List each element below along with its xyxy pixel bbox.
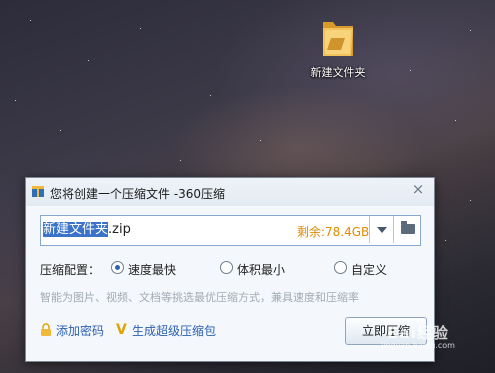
compress-config-row: 压缩配置： 速度最快 体积最小 自定义 [40,259,430,277]
dialog-titlebar[interactable]: 您将创建一个压缩文件 -360压缩 × [26,178,434,206]
desktop-folder-label: 新建文件夹 [310,66,366,79]
config-label: 压缩配置： [40,263,101,277]
radio-fastest-label: 速度最快 [128,263,177,277]
lock-icon [41,323,51,336]
radio-smallest[interactable]: 体积最小 [220,259,310,277]
config-hint: 智能为图片、视频、文档等挑选最优压缩方式，兼具速度和压缩率 [40,291,359,304]
archive-icon [32,186,44,197]
watermark: Bai经验 jingyan.baidu.com [372,322,464,350]
radio-custom-label: 自定义 [351,263,388,277]
filename-selected-text: 新建文件夹 [43,222,109,237]
browse-folder-icon[interactable] [393,216,421,243]
folder-icon [323,22,353,56]
chevron-down-icon[interactable] [369,216,394,243]
remaining-space-label: 剩余:78.4GB [297,225,370,239]
watermark-logo: Bai经验 [387,324,449,342]
close-icon[interactable]: × [411,182,425,197]
watermark-url: jingyan.baidu.com [381,341,455,350]
filename-extension: .zip [108,222,131,237]
filename-field[interactable]: 新建文件夹.zip 剩余:78.4GB [40,215,421,246]
super-package-link[interactable]: 生成超级压缩包 [132,322,216,339]
v-badge-icon: V [116,322,127,338]
radio-smallest-label: 体积最小 [237,263,286,277]
radio-custom[interactable]: 自定义 [334,259,414,277]
radio-fastest[interactable]: 速度最快 [111,259,201,277]
radio-selected-dot [115,265,120,270]
add-password-link[interactable]: 添加密码 [56,322,104,339]
desktop-folder-new[interactable]: 新建文件夹 [300,14,376,80]
dialog-title: 您将创建一个压缩文件 -360压缩 [50,187,226,201]
filename-input[interactable]: 新建文件夹.zip [41,216,288,243]
